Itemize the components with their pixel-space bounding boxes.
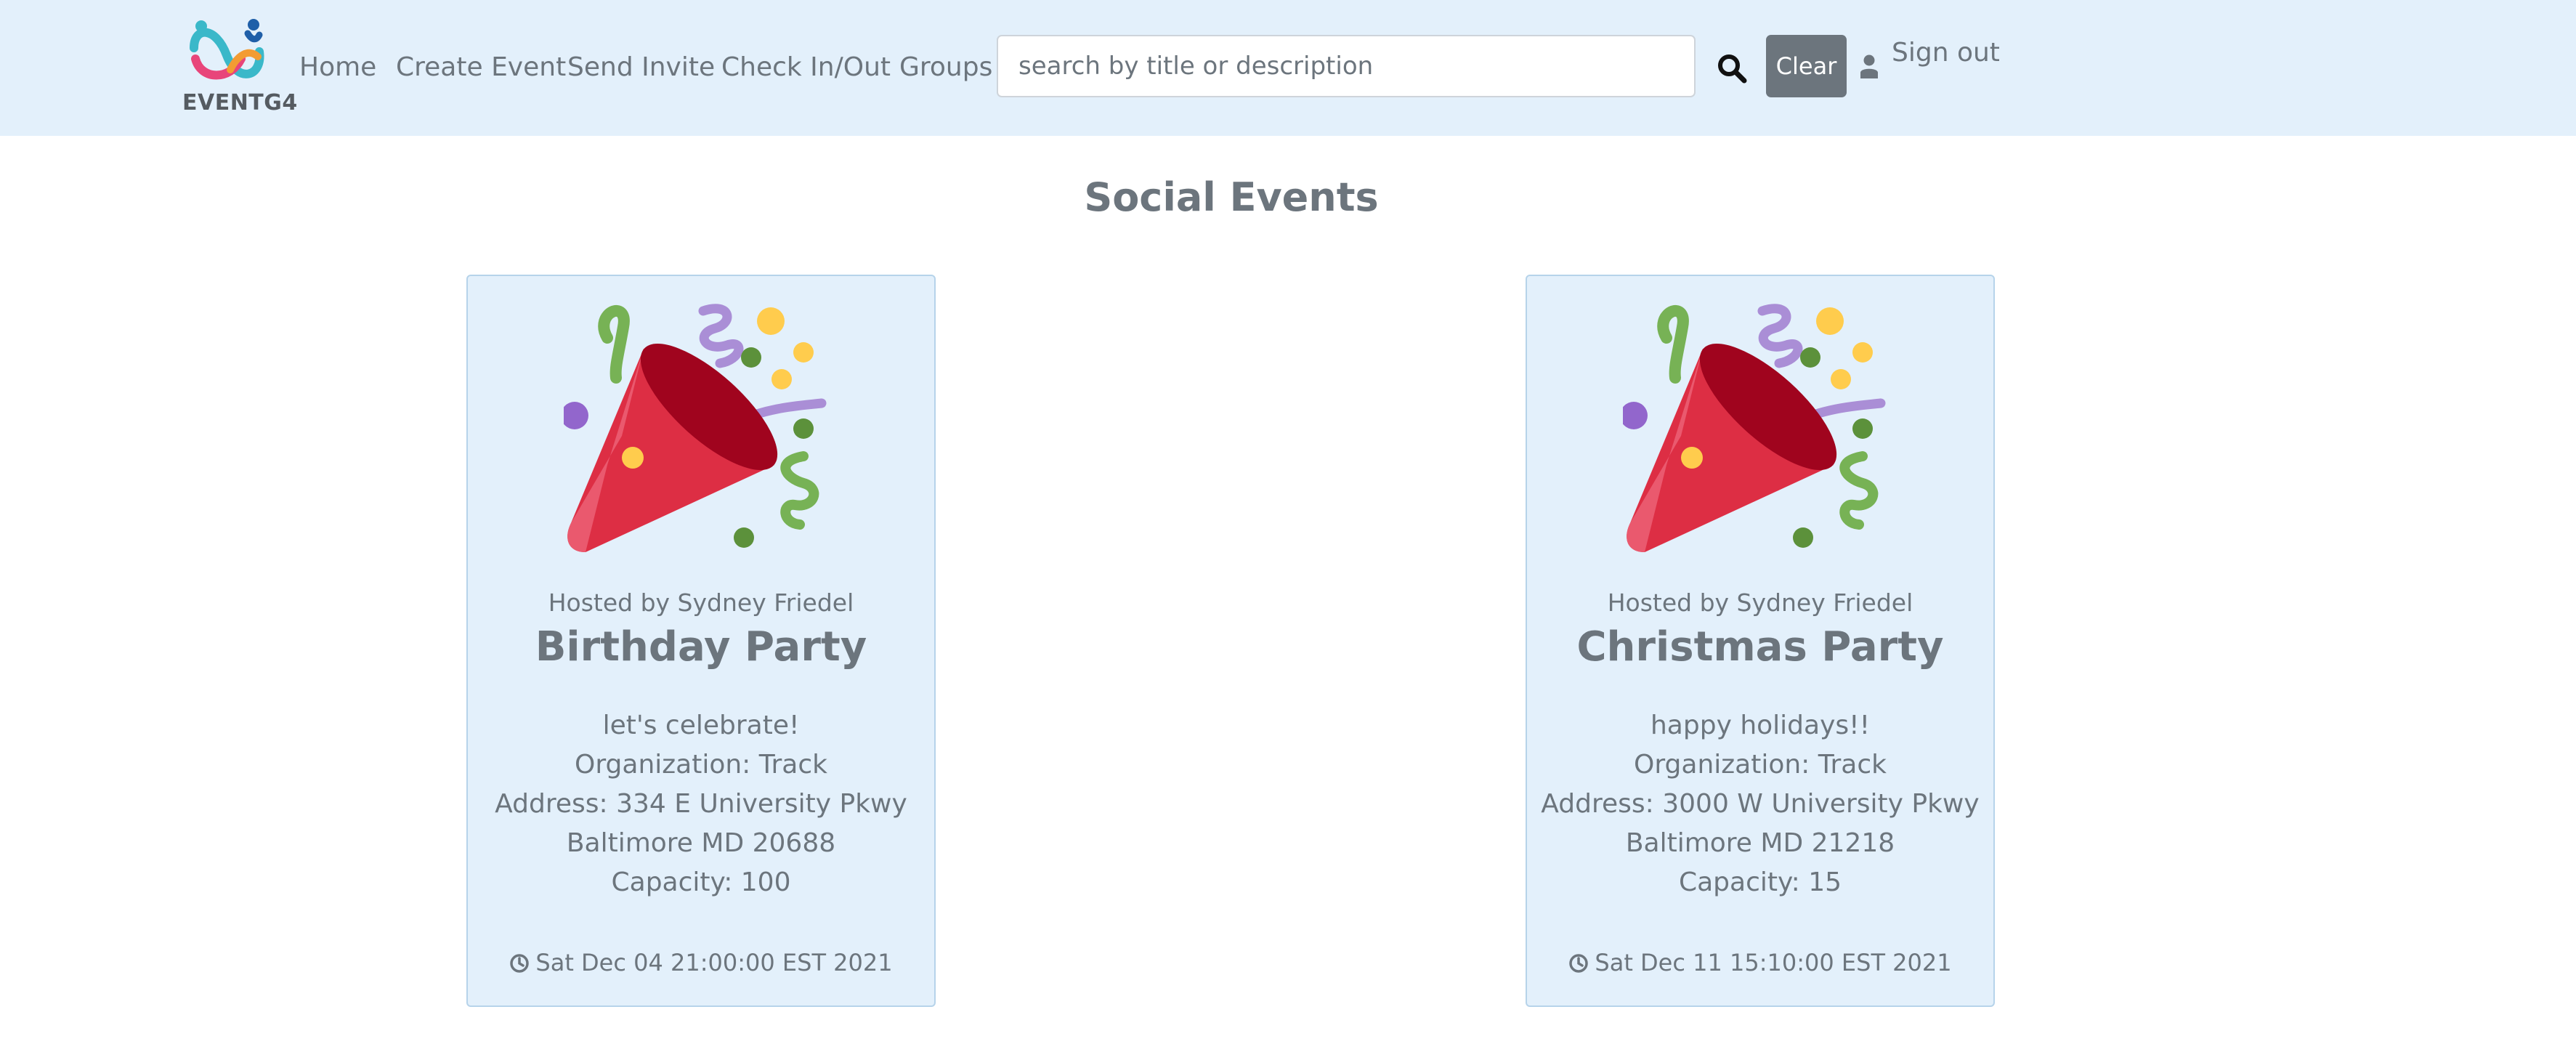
nav-check-in-out[interactable]: Check In/Out — [721, 51, 891, 84]
clear-button[interactable]: Clear — [1766, 35, 1847, 97]
page-title: Social Events — [1084, 174, 1379, 220]
event-date-text: Sat Dec 11 15:10:00 EST 2021 — [1595, 949, 1952, 976]
brand-name: EVENTG4 — [182, 90, 298, 116]
event-address-line1: Address: 3000 W University Pkwy — [1541, 789, 1980, 819]
event-capacity: Capacity: 100 — [611, 867, 791, 897]
navbar: EVENTG4 Home Create Event Send Invite Ch… — [0, 0, 2576, 136]
event-description: happy holidays!! — [1650, 711, 1870, 740]
event-description: let's celebrate! — [602, 711, 800, 740]
event-address-line2: Baltimore MD 20688 — [566, 828, 836, 858]
nav-groups[interactable]: Groups — [899, 51, 992, 84]
sign-out-link[interactable]: Sign out — [1892, 38, 2000, 68]
brand-logo[interactable]: EVENTG4 — [179, 19, 297, 117]
party-popper-icon — [1623, 304, 1886, 552]
nav-home[interactable]: Home — [299, 51, 376, 84]
logo-icon — [190, 19, 264, 80]
search-icon[interactable] — [1716, 52, 1748, 84]
event-title[interactable]: Birthday Party — [468, 623, 934, 671]
search-input[interactable] — [997, 35, 1696, 97]
nav-create-event[interactable]: Create Event — [396, 51, 566, 84]
event-host: Hosted by Sydney Friedel — [548, 588, 854, 617]
event-date: Sat Dec 11 15:10:00 EST 2021 — [1527, 949, 1993, 976]
event-host: Hosted by Sydney Friedel — [1607, 588, 1913, 617]
event-address-line2: Baltimore MD 21218 — [1625, 828, 1895, 858]
clock-icon — [510, 954, 530, 973]
event-card[interactable]: Hosted by Sydney Friedel Christmas Party… — [1526, 275, 1995, 1007]
event-organization: Organization: Track — [575, 750, 827, 780]
nav-send-invite[interactable]: Send Invite — [567, 51, 715, 84]
event-date: Sat Dec 04 21:00:00 EST 2021 — [468, 949, 934, 976]
event-title[interactable]: Christmas Party — [1527, 623, 1993, 671]
event-date-text: Sat Dec 04 21:00:00 EST 2021 — [535, 949, 893, 976]
event-address-line1: Address: 334 E University Pkwy — [495, 789, 907, 819]
event-card[interactable]: Hosted by Sydney Friedel Birthday Party … — [466, 275, 936, 1007]
event-capacity: Capacity: 15 — [1678, 867, 1842, 897]
clock-icon — [1569, 954, 1589, 973]
user-icon — [1860, 54, 1878, 78]
party-popper-icon — [564, 304, 827, 552]
event-organization: Organization: Track — [1634, 750, 1887, 780]
